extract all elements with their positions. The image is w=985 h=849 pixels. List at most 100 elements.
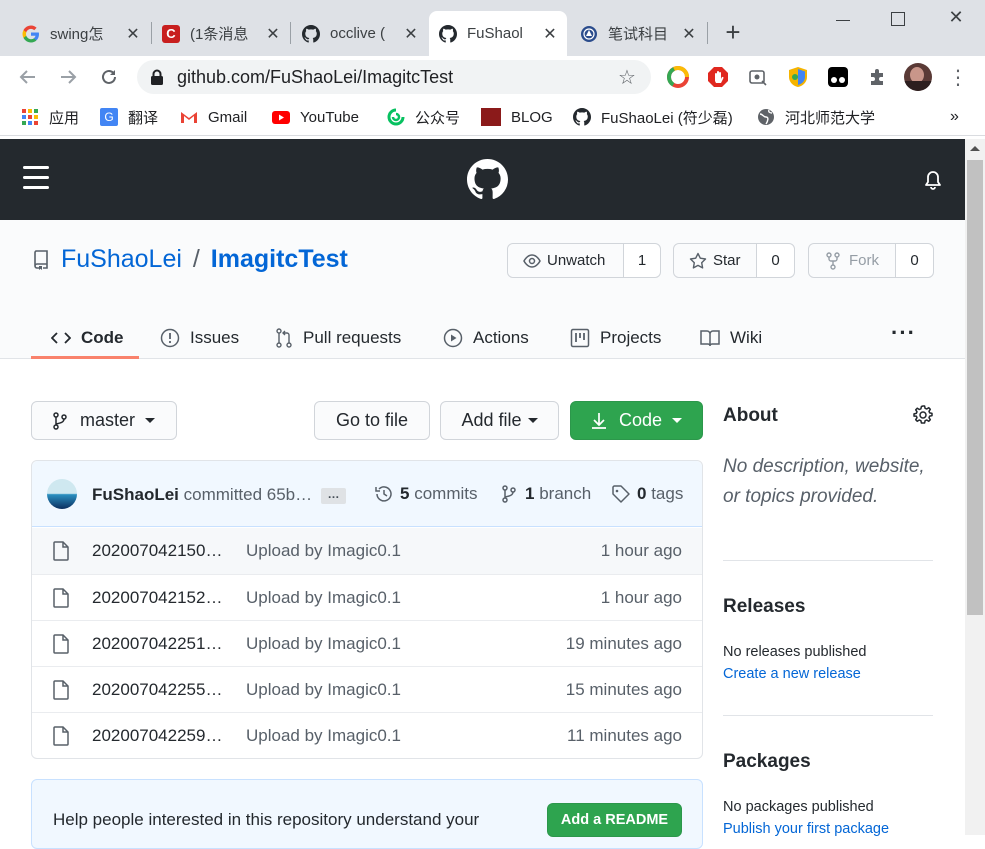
bookmark-blog[interactable]: BLOG <box>481 106 553 128</box>
commits-link[interactable]: 5 commits <box>374 484 477 504</box>
file-commit-message[interactable]: Upload by Imagic0.1 <box>246 541 401 561</box>
maximize-button[interactable] <box>891 12 905 26</box>
expand-commit-button[interactable]: … <box>321 488 346 504</box>
unwatch-button[interactable]: Unwatch <box>508 244 624 277</box>
bookmark-youtube[interactable]: YouTube <box>272 106 359 128</box>
tab-wiki[interactable]: Wiki <box>700 318 762 358</box>
more-bookmarks-button[interactable]: » <box>950 106 959 128</box>
bookmark-university[interactable]: 河北师范大学 <box>757 106 875 128</box>
close-icon[interactable]: ✕ <box>680 24 698 44</box>
arrow-left-icon <box>19 70 35 84</box>
close-icon[interactable]: ✕ <box>541 24 559 44</box>
browser-menu-icon[interactable]: ⋮ <box>946 65 970 89</box>
branch-icon <box>502 485 516 503</box>
packages-heading[interactable]: Packages <box>723 751 811 773</box>
file-name-link[interactable]: 202007042259… <box>92 726 222 746</box>
screen-capture-icon[interactable] <box>746 65 770 89</box>
code-download-button[interactable]: Code <box>570 401 703 440</box>
repo-name-link[interactable]: ImagitcTest <box>211 245 348 273</box>
tab-title: swing怎 <box>50 26 104 43</box>
add-file-button[interactable]: Add file <box>440 401 559 440</box>
branches-link[interactable]: 1 branch <box>501 484 591 504</box>
settings-gear-icon[interactable] <box>912 404 934 426</box>
browser-tab-1[interactable]: swing怎 ✕ <box>12 11 150 56</box>
tab-label: Projects <box>600 328 662 347</box>
tab-actions[interactable]: Actions <box>443 318 529 358</box>
browser-tab-4-active[interactable]: FuShaol ✕ <box>429 11 567 56</box>
github-logo-icon[interactable] <box>467 159 508 200</box>
chrome-extension-icon[interactable] <box>666 65 690 89</box>
tab-pull-requests[interactable]: Pull requests <box>275 318 401 358</box>
reload-button[interactable] <box>96 64 122 90</box>
commit-message[interactable]: committed 65b… <box>184 485 313 504</box>
bookmark-label: FuShaoLei (符少磊) <box>601 109 733 127</box>
bookmark-apps[interactable]: 应用 <box>21 106 79 128</box>
puzzle-extensions-icon[interactable] <box>866 65 890 89</box>
file-name-link[interactable]: 202007042251… <box>92 634 222 654</box>
about-heading: About <box>723 405 778 426</box>
profile-avatar[interactable] <box>904 63 932 91</box>
close-window-button[interactable]: ✕ <box>945 7 967 29</box>
lock-icon[interactable] <box>147 67 167 87</box>
scrollbar-thumb[interactable] <box>967 160 983 615</box>
minimize-button[interactable] <box>832 12 856 28</box>
tab-issues[interactable]: Issues <box>160 318 239 358</box>
shield-extension-icon[interactable] <box>786 65 810 89</box>
browser-tab-2[interactable]: C (1条消息 ✕ <box>152 11 290 56</box>
browser-tab-3[interactable]: occlive ( ✕ <box>292 11 428 56</box>
file-name-link[interactable]: 202007042255… <box>92 680 222 700</box>
bookmark-gmail[interactable]: Gmail <box>180 106 247 128</box>
file-commit-message[interactable]: Upload by Imagic0.1 <box>246 680 401 700</box>
file-commit-message[interactable]: Upload by Imagic0.1 <box>246 726 401 746</box>
browser-tab-strip: swing怎 ✕ C (1条消息 ✕ occlive ( ✕ FuShaol ✕… <box>0 0 985 56</box>
file-name-link[interactable]: 202007042152… <box>92 588 222 608</box>
bookmark-github-profile[interactable]: FuShaoLei (符少磊) <box>573 106 733 128</box>
more-tabs-button[interactable]: ··· <box>891 313 916 353</box>
notifications-bell-icon[interactable] <box>922 169 944 191</box>
tab-projects[interactable]: Projects <box>570 318 661 358</box>
add-readme-button[interactable]: Add a README <box>547 803 682 837</box>
page-scrollbar[interactable] <box>965 139 985 835</box>
fork-button[interactable]: Fork <box>809 244 896 277</box>
file-row[interactable]: 202007042152… Upload by Imagic0.1 1 hour… <box>32 574 702 620</box>
file-row[interactable]: 202007042259… Upload by Imagic0.1 11 min… <box>32 712 702 758</box>
hamburger-menu-icon[interactable] <box>23 166 49 189</box>
create-release-link[interactable]: Create a new release <box>723 666 861 682</box>
close-icon[interactable]: ✕ <box>402 24 420 44</box>
file-commit-message[interactable]: Upload by Imagic0.1 <box>246 634 401 654</box>
file-row[interactable]: 202007042150… Upload by Imagic0.1 1 hour… <box>32 528 702 574</box>
commit-author[interactable]: FuShaoLei <box>92 485 179 504</box>
tags-link[interactable]: 0 tags <box>611 484 683 504</box>
translate-icon: G <box>100 108 118 126</box>
star-count[interactable]: 0 <box>757 244 794 277</box>
url-text[interactable]: github.com/FuShaoLei/ImagitcTest <box>177 67 615 88</box>
tampermonkey-icon[interactable] <box>826 65 850 89</box>
repo-owner-link[interactable]: FuShaoLei <box>61 245 182 273</box>
back-button[interactable] <box>15 64 41 90</box>
close-icon[interactable]: ✕ <box>264 24 282 44</box>
file-row[interactable]: 202007042251… Upload by Imagic0.1 19 min… <box>32 620 702 666</box>
wechat-icon <box>387 108 405 126</box>
bookmark-star-icon[interactable]: ☆ <box>615 65 639 90</box>
browser-tab-5[interactable]: 笔试科目 ✕ <box>570 11 706 56</box>
fork-count[interactable]: 0 <box>896 244 933 277</box>
address-bar[interactable]: github.com/FuShaoLei/ImagitcTest ☆ <box>137 60 651 94</box>
author-avatar[interactable] <box>47 479 77 509</box>
watch-count[interactable]: 1 <box>624 244 660 277</box>
releases-heading[interactable]: Releases <box>723 596 805 618</box>
file-row[interactable]: 202007042255… Upload by Imagic0.1 15 min… <box>32 666 702 712</box>
file-commit-message[interactable]: Upload by Imagic0.1 <box>246 588 401 608</box>
new-tab-button[interactable]: + <box>720 19 746 45</box>
close-icon[interactable]: ✕ <box>124 24 142 44</box>
scroll-up-arrow-icon[interactable] <box>970 146 980 151</box>
bookmark-wechat[interactable]: 公众号 <box>387 106 460 128</box>
tab-code[interactable]: Code <box>51 318 124 358</box>
forward-button[interactable] <box>55 64 81 90</box>
bookmark-translate[interactable]: G 翻译 <box>100 106 158 128</box>
star-button[interactable]: Star <box>674 244 757 277</box>
go-to-file-button[interactable]: Go to file <box>314 401 430 440</box>
adblock-icon[interactable] <box>706 65 730 89</box>
school-icon <box>580 25 598 43</box>
file-name-link[interactable]: 202007042150… <box>92 541 222 561</box>
branch-select-button[interactable]: master <box>31 401 177 440</box>
